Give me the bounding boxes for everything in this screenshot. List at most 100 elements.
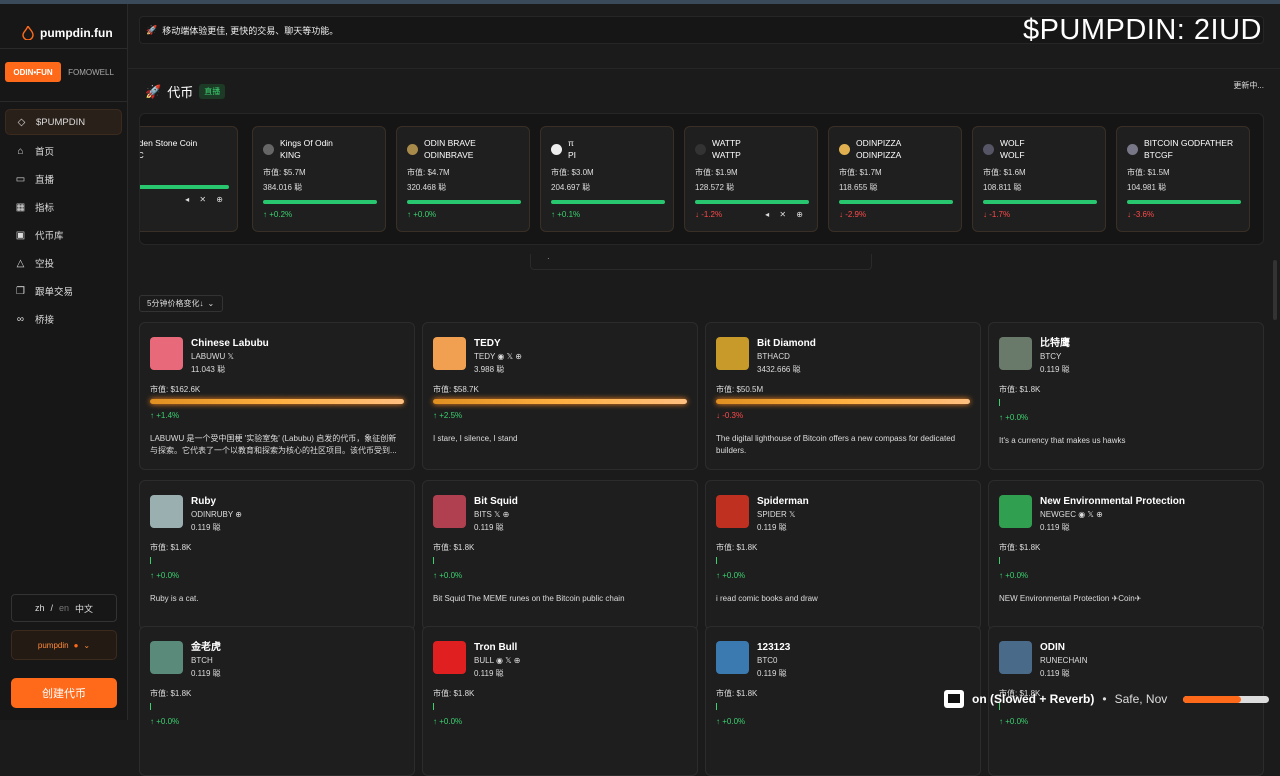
- ticker-card[interactable]: olden Stone CoinSC3M0%◂ ✕ ⊕: [140, 126, 238, 232]
- sidebar-item-home[interactable]: ⌂ 首页: [5, 137, 122, 165]
- token-card[interactable]: Bit Squid BITS 𝕏 ⊕ 0.119 聪市值: $1.8K ↑ +0.0%…: [422, 480, 698, 630]
- price-change: ↑ +0.0%: [716, 571, 746, 580]
- token-avatar-icon: [839, 144, 850, 155]
- carousel-scroll-indicator[interactable]: ·: [530, 254, 872, 270]
- token-name: 123123: [757, 642, 791, 653]
- token-description: [150, 739, 404, 763]
- create-token-button[interactable]: 创建代币: [11, 678, 117, 708]
- token-card[interactable]: Bit Diamond BTHACD 3432.666 聪市值: $50.5M ↓ -…: [705, 322, 981, 470]
- sort-select[interactable]: 5分钟价格变化↓ ⌄: [139, 295, 223, 312]
- holders: 384.016 聪: [263, 183, 303, 192]
- token-name: TEDY: [474, 338, 501, 349]
- progress-bar: [140, 185, 229, 189]
- ticker-card-header: ODINPIZZA ODINPIZZA: [839, 137, 951, 161]
- token-name: Tron Bull: [474, 642, 518, 653]
- media-player[interactable]: on (Slowed + Reverb) • Safe, Nov: [944, 686, 1280, 712]
- ticker-card[interactable]: BITCOIN GODFATHER BTCGF 市值: $1.5M 104.981 聪…: [1116, 126, 1250, 232]
- token-card[interactable]: Chinese Labubu LABUWU 𝕏 11.043 聪市值: $162.6…: [139, 322, 415, 470]
- sidebar-item-pumpdin[interactable]: ◇ $PUMPDIN: [5, 109, 122, 135]
- lang-en[interactable]: en: [59, 603, 69, 613]
- bonding-progress-bar: [716, 703, 717, 710]
- token-ticker: BTC0: [757, 656, 778, 665]
- page-scrollbar[interactable]: [1273, 260, 1277, 320]
- ticker-card[interactable]: WATTP WATTP 市值: $1.9M 128.572 聪 ↓ -1.2% ◂ ✕ ⊕: [684, 126, 818, 232]
- switch-fomowell[interactable]: FOMOWELL: [61, 62, 121, 82]
- sidebar-item-metrics[interactable]: ▦ 指标: [5, 193, 122, 221]
- market-cap: 市值: $1.6M: [983, 168, 1026, 177]
- token-ticker: WATTP: [712, 150, 741, 160]
- market-cap: 市值: $3.0M: [551, 168, 594, 177]
- market-cap: 市值: $1.8K: [716, 543, 758, 552]
- ticker-card[interactable]: Kings Of Odin KING 市值: $5.7M 384.016 聪 ↑ +0.…: [252, 126, 386, 232]
- token-ticker: TEDY ◉ 𝕏 ⊕: [474, 352, 522, 361]
- token-description: [716, 739, 970, 763]
- token-ticker: BULL ◉ 𝕏 ⊕: [474, 656, 521, 665]
- token-card[interactable]: TEDY TEDY ◉ 𝕏 ⊕ 3.988 聪市值: $58.7K ↑ +2.5% I …: [422, 322, 698, 470]
- ticker-card[interactable]: WOLF WOLF 市值: $1.6M 108.811 聪 ↓ -1.7%: [972, 126, 1106, 232]
- ticker-card[interactable]: ODIN BRAVE ODINBRAVE 市值: $4.7M 320.468 聪 ↑ +…: [396, 126, 530, 232]
- token-card[interactable]: Ruby ODINRUBY ⊕ 0.119 聪市值: $1.8K ↑ +0.0% Rub…: [139, 480, 415, 630]
- market-cap: 市值: $1.8K: [999, 385, 1041, 394]
- token-ticker: BTHACD: [757, 352, 790, 361]
- token-card[interactable]: Tron Bull BULL ◉ 𝕏 ⊕ 0.119 聪市值: $1.8K ↑ +0.…: [422, 626, 698, 776]
- lang-zh[interactable]: zh: [35, 603, 45, 613]
- sidebar-item-airdrop[interactable]: △ 空投: [5, 249, 122, 277]
- token-ticker: RUNECHAIN: [1040, 656, 1088, 665]
- holders: 320.468 聪: [407, 183, 447, 192]
- token-name: Chinese Labubu: [191, 338, 269, 349]
- token-card[interactable]: 123123 BTC0 0.119 聪市值: $1.8K ↑ +0.0%: [705, 626, 981, 776]
- stream-overlay-title: $PUMPDIN: 2IUD: [1022, 14, 1262, 46]
- ticker-card[interactable]: π PI 市值: $3.0M 204.697 聪 ↑ +0.1%: [540, 126, 674, 232]
- user-menu-button[interactable]: pumpdin ● ⌄: [11, 630, 117, 660]
- banner-text: 移动端体验更佳, 更快的交易、聊天等功能。: [162, 25, 339, 36]
- progress-bar: [407, 200, 521, 204]
- price-change: ↓ -1.7%: [983, 210, 1011, 219]
- token-holders: 0.119 聪: [757, 523, 787, 532]
- ticker-card[interactable]: ODINPIZZA ODINPIZZA 市值: $1.7M 118.655 聪 ↓ -2…: [828, 126, 962, 232]
- sidebar-item-label: 首页: [35, 147, 55, 158]
- market-cap: 市值: $1.8K: [433, 543, 475, 552]
- social-links[interactable]: ◂ ✕ ⊕: [765, 210, 807, 219]
- section-title-text: 代币: [167, 85, 194, 100]
- sidebar-item-bridge[interactable]: ∞ 桥接: [5, 305, 122, 333]
- token-description: [433, 739, 687, 763]
- track-progress[interactable]: [1183, 695, 1270, 703]
- token-avatar-icon: [983, 144, 994, 155]
- token-ticker: SC: [140, 149, 197, 161]
- token-image: [716, 495, 749, 528]
- token-description: LABUWU 是一个受中国梗 '实验室兔' (Labubu) 启发的代币，象征创…: [150, 434, 397, 455]
- token-name: New Environmental Protection: [1040, 496, 1186, 507]
- sidebar-item-live[interactable]: ▭ 直播: [5, 165, 122, 193]
- holders: 118.655 聪: [839, 183, 878, 192]
- market-cap: 市值: $1.7M: [839, 168, 882, 177]
- token-avatar-icon: [695, 144, 706, 155]
- token-name: BITCOIN GODFATHER: [1144, 138, 1234, 148]
- token-card[interactable]: 金老虎 BTCH 0.119 聪市值: $1.8K ↑ +0.0%: [139, 626, 415, 776]
- sidebar-item-copy-trade[interactable]: ❐ 跟单交易: [5, 277, 122, 305]
- divider: [128, 68, 1280, 69]
- token-ticker-carousel[interactable]: olden Stone CoinSC3M0%◂ ✕ ⊕Kings Of Odin…: [139, 113, 1264, 245]
- token-name: Kings Of Odin: [280, 138, 333, 148]
- price-change: ↑ +0.0%: [150, 717, 180, 726]
- sidebar-item-vault[interactable]: ▣ 代币库: [5, 221, 122, 249]
- language-switch[interactable]: zh / en 中文: [11, 594, 117, 622]
- token-card[interactable]: New Environmental Protection NEWGEC ◉ 𝕏 ⊕…: [988, 480, 1264, 630]
- bonding-progress-bar: [999, 557, 1000, 564]
- token-avatar-icon: [1127, 144, 1138, 155]
- token-holders: 0.119 聪: [1040, 523, 1070, 532]
- ticker-card-header: WATTP WATTP: [695, 137, 807, 161]
- token-ticker: PI: [568, 150, 577, 160]
- token-holders: 0.119 聪: [757, 669, 787, 678]
- sidebar-item-label: 指标: [35, 203, 55, 214]
- app-logo[interactable]: pumpdin.fun: [0, 4, 127, 48]
- token-name: ODIN: [1040, 642, 1065, 653]
- token-card[interactable]: 比特鹰 BTCY 0.119 聪市值: $1.8K ↑ +0.0% It's a cur…: [988, 322, 1264, 470]
- ticker-card-header: olden Stone CoinSC: [140, 137, 227, 161]
- sidebar: pumpdin.fun ODIN•FUN FOMOWELL ◇ $PUMPDIN …: [0, 4, 128, 720]
- switch-odin-fun[interactable]: ODIN•FUN: [5, 62, 61, 82]
- token-card[interactable]: Spiderman SPIDER 𝕏 0.119 聪市值: $1.8K ↑ +0.0%…: [705, 480, 981, 630]
- social-links[interactable]: ◂ ✕ ⊕: [185, 195, 227, 204]
- token-ticker: ODINPIZZA: [856, 150, 902, 160]
- ticker-card-header: BITCOIN GODFATHER BTCGF: [1127, 137, 1239, 161]
- market-cap: 市值: $1.8K: [716, 689, 758, 698]
